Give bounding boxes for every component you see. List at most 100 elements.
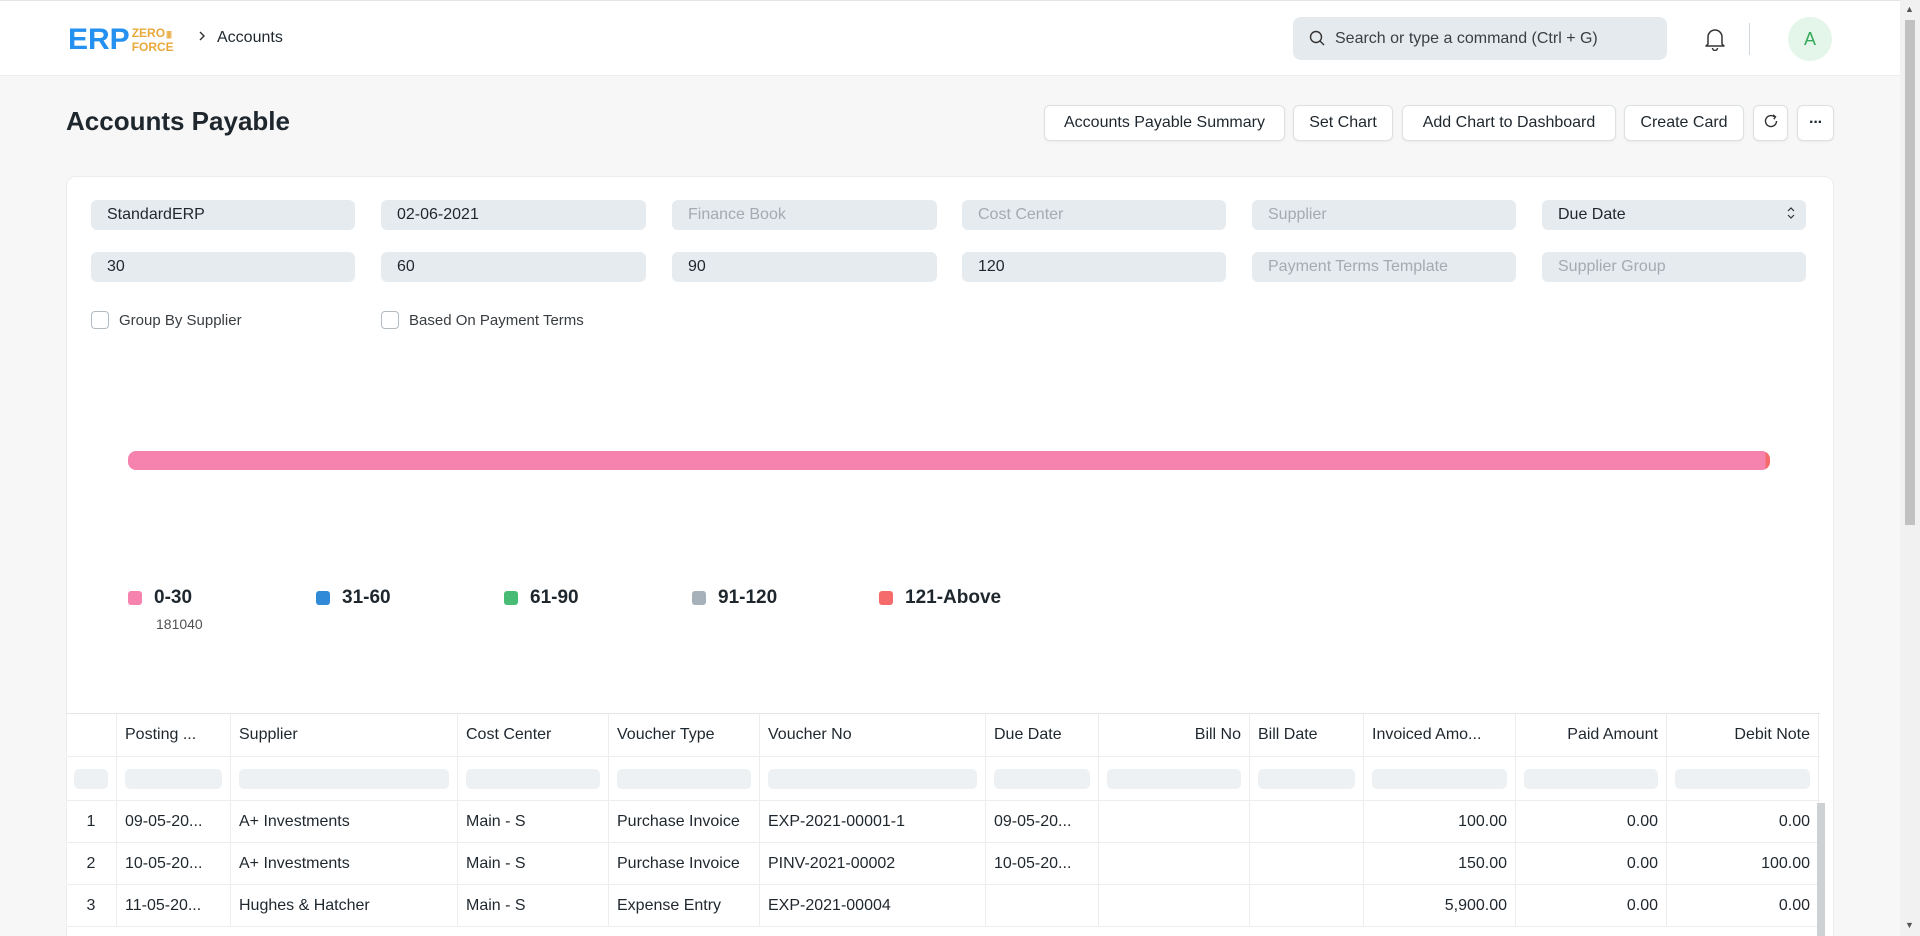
column-header-voucher-type[interactable]: Voucher Type — [609, 714, 760, 756]
cell-voucher-type[interactable]: Purchase Invoice — [609, 801, 760, 842]
finance-book-filter[interactable]: Finance Book — [672, 200, 937, 230]
column-filter-bill-no[interactable] — [1099, 757, 1250, 800]
column-header-paid-amount[interactable]: Paid Amount — [1516, 714, 1667, 756]
column-filter-cost-center[interactable] — [458, 757, 609, 800]
table-scrollbar[interactable] — [1817, 803, 1825, 936]
cell-voucher-no[interactable]: EXP-2021-00004 — [760, 885, 986, 926]
cell-voucher-no[interactable]: PINV-2021-00002 — [760, 843, 986, 884]
column-filter-input[interactable] — [617, 768, 751, 789]
cell-bill-no[interactable] — [1099, 843, 1250, 884]
cell-debit-note[interactable]: 100.00 — [1667, 843, 1819, 884]
column-header-bill-date[interactable]: Bill Date — [1250, 714, 1364, 756]
column-filter-bill-date[interactable] — [1250, 757, 1364, 800]
column-filter-voucher-type[interactable] — [609, 757, 760, 800]
cell-voucher-type[interactable]: Expense Entry — [609, 885, 760, 926]
column-header-due-date[interactable]: Due Date — [986, 714, 1099, 756]
column-filter-input[interactable] — [1675, 768, 1810, 789]
cost-center-filter[interactable]: Cost Center — [962, 200, 1226, 230]
column-filter-posting-date[interactable] — [117, 757, 231, 800]
column-filter-row-index[interactable] — [66, 757, 117, 800]
erp-logo[interactable]: ERP ZERO FORCE — [68, 25, 174, 55]
cell-voucher-type[interactable]: Purchase Invoice — [609, 843, 760, 884]
column-filter-invoiced-amount[interactable] — [1364, 757, 1516, 800]
cell-due-date[interactable]: 10-05-20... — [986, 843, 1099, 884]
cell-voucher-no[interactable]: EXP-2021-00001-1 — [760, 801, 986, 842]
column-filter-input[interactable] — [1372, 768, 1507, 789]
scroll-down-arrow-icon[interactable]: ▼ — [1905, 920, 1914, 930]
cell-due-date[interactable]: 09-05-20... — [986, 801, 1099, 842]
range4-filter[interactable]: 120 — [962, 252, 1226, 282]
cell-bill-date[interactable] — [1250, 801, 1364, 842]
range1-filter[interactable]: 30 — [91, 252, 355, 282]
table-filter-row[interactable] — [66, 757, 1820, 801]
column-header-row-index[interactable] — [66, 714, 117, 756]
chart-bar-segment-0-30[interactable] — [128, 451, 1766, 470]
cell-posting-date[interactable]: 10-05-20... — [117, 843, 231, 884]
group-by-supplier-checkbox[interactable]: Group By Supplier — [91, 311, 242, 329]
scroll-up-arrow-icon[interactable]: ▲ — [1905, 4, 1914, 14]
search-input[interactable] — [1335, 17, 1655, 60]
cell-cost-center[interactable]: Main - S — [458, 885, 609, 926]
cell-debit-note[interactable]: 0.00 — [1667, 801, 1819, 842]
column-filter-input[interactable] — [125, 768, 222, 789]
cell-cost-center[interactable]: Main - S — [458, 801, 609, 842]
cell-bill-date[interactable] — [1250, 843, 1364, 884]
based-on-payment-terms-checkbox[interactable]: Based On Payment Terms — [381, 311, 584, 329]
column-filter-input[interactable] — [239, 768, 449, 789]
cell-due-date[interactable] — [986, 885, 1099, 926]
column-filter-due-date[interactable] — [986, 757, 1099, 800]
notification-bell-icon[interactable] — [1704, 27, 1726, 56]
company-filter[interactable]: StandardERP — [91, 200, 355, 230]
ageing-based-on-select[interactable]: Due Date — [1542, 200, 1806, 230]
cell-posting-date[interactable]: 09-05-20... — [117, 801, 231, 842]
user-avatar[interactable]: A — [1788, 17, 1832, 61]
table-row[interactable]: 2 10-05-20... A+ Investments Main - S Purcha… — [66, 843, 1820, 885]
cell-supplier[interactable]: A+ Investments — [231, 843, 458, 884]
column-header-bill-no[interactable]: Bill No — [1099, 714, 1250, 756]
column-filter-supplier[interactable] — [231, 757, 458, 800]
column-header-debit-note[interactable]: Debit Note — [1667, 714, 1819, 756]
column-filter-input[interactable] — [1258, 768, 1355, 789]
cell-row-index[interactable]: 2 — [66, 843, 117, 884]
column-header-invoiced-amount[interactable]: Invoiced Amo... — [1364, 714, 1516, 756]
column-filter-voucher-no[interactable] — [760, 757, 986, 800]
cell-bill-no[interactable] — [1099, 885, 1250, 926]
column-filter-input[interactable] — [768, 768, 977, 789]
cell-paid-amount[interactable]: 0.00 — [1516, 885, 1667, 926]
supplier-group-filter[interactable]: Supplier Group — [1542, 252, 1806, 282]
cell-bill-date[interactable] — [1250, 885, 1364, 926]
column-header-supplier[interactable]: Supplier — [231, 714, 458, 756]
cell-row-index[interactable]: 1 — [66, 801, 117, 842]
supplier-filter[interactable]: Supplier — [1252, 200, 1516, 230]
table-header-row[interactable]: Posting ... Supplier Cost Center Voucher Ty… — [66, 714, 1820, 757]
cell-supplier[interactable]: Hughes & Hatcher — [231, 885, 458, 926]
accounts-payable-summary-button[interactable]: Accounts Payable Summary — [1044, 105, 1285, 141]
table-row[interactable]: 3 11-05-20... Hughes & Hatcher Main - S Expe… — [66, 885, 1820, 927]
cell-row-index[interactable]: 3 — [66, 885, 117, 926]
column-header-voucher-no[interactable]: Voucher No — [760, 714, 986, 756]
more-options-button[interactable]: ··· — [1797, 105, 1834, 141]
column-header-cost-center[interactable]: Cost Center — [458, 714, 609, 756]
column-filter-paid-amount[interactable] — [1516, 757, 1667, 800]
group-by-supplier-box[interactable] — [91, 311, 109, 329]
column-filter-input[interactable] — [1107, 768, 1241, 789]
cell-supplier[interactable]: A+ Investments — [231, 801, 458, 842]
add-chart-to-dashboard-button[interactable]: Add Chart to Dashboard — [1402, 105, 1616, 141]
cell-debit-note[interactable]: 0.00 — [1667, 885, 1819, 926]
cell-invoiced-amount[interactable]: 100.00 — [1364, 801, 1516, 842]
chart-bar-segment-121-above[interactable] — [1765, 451, 1770, 470]
report-date-filter[interactable]: 02-06-2021 — [381, 200, 646, 230]
cell-paid-amount[interactable]: 0.00 — [1516, 843, 1667, 884]
breadcrumb-accounts[interactable]: Accounts — [217, 29, 283, 47]
column-filter-input[interactable] — [994, 768, 1090, 789]
table-row[interactable]: 1 09-05-20... A+ Investments Main - S Purcha… — [66, 801, 1820, 843]
page-scrollbar[interactable]: ▲ ▼ — [1900, 0, 1920, 936]
column-header-posting-date[interactable]: Posting ... — [117, 714, 231, 756]
search-bar[interactable] — [1293, 17, 1667, 60]
table-row[interactable] — [66, 927, 1820, 936]
scrollbar-thumb[interactable] — [1905, 20, 1915, 525]
cell-cost-center[interactable]: Main - S — [458, 843, 609, 884]
column-filter-input[interactable] — [74, 768, 108, 789]
column-filter-input[interactable] — [1524, 768, 1658, 789]
payment-terms-template-filter[interactable]: Payment Terms Template — [1252, 252, 1516, 282]
